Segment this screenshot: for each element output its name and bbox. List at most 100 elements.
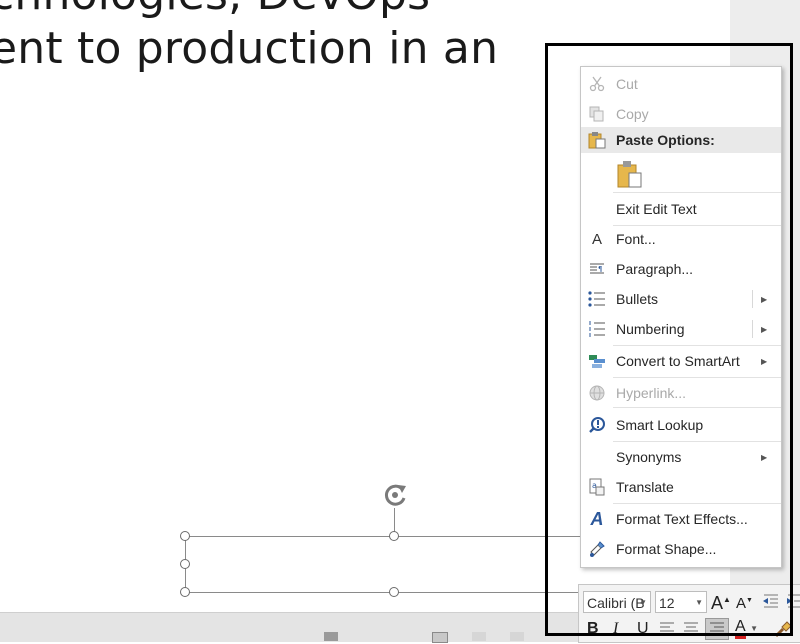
align-right-button[interactable] <box>705 618 729 640</box>
chevron-down-icon: ▼ <box>695 598 703 607</box>
slide-text-line-1: chnologies, DevOps <box>0 0 550 22</box>
reading-view-icon[interactable] <box>510 632 524 641</box>
rotate-handle-icon[interactable] <box>380 482 410 508</box>
menu-label-copy: Copy <box>616 106 649 122</box>
svg-text:¶: ¶ <box>598 265 602 273</box>
menu-label-bullets: Bullets <box>616 291 659 307</box>
menu-separator <box>613 441 781 442</box>
shrink-font-button[interactable]: A▼ <box>736 595 753 612</box>
numbering-icon <box>587 319 607 339</box>
slide-body-text[interactable]: chnologies, DevOps ent to production in … <box>0 0 550 76</box>
paste-keep-text-only-icon[interactable] <box>617 159 643 189</box>
menu-item-format-shape[interactable]: Format Shape... <box>581 537 781 561</box>
menu-item-paragraph[interactable]: ¶ Paragraph... <box>581 257 781 281</box>
menu-item-numbering[interactable]: Numbering ▶ <box>581 317 781 341</box>
font-size-value: 12 <box>659 595 675 611</box>
bold-icon: B <box>587 620 599 637</box>
chevron-down-icon: ▼ <box>750 624 759 633</box>
menu-label-numbering: Numbering <box>616 321 685 337</box>
mini-format-toolbar: Calibri (B ▼ 12 ▼ A▲ A▼ B I U A ▼ <box>578 584 800 643</box>
menu-label-cut: Cut <box>616 76 638 92</box>
paste-options-row: Paste Options: <box>581 127 781 153</box>
font-icon: A <box>591 230 602 248</box>
grow-font-button[interactable]: A▲ <box>711 593 731 614</box>
menu-label-exit-edit-text: Exit Edit Text <box>616 201 697 217</box>
copy-icon <box>587 104 607 124</box>
menu-item-copy[interactable]: Copy <box>581 103 781 125</box>
chevron-right-icon: ▶ <box>761 294 768 304</box>
menu-item-cut[interactable]: Cut <box>581 73 781 95</box>
menu-label-paragraph: Paragraph... <box>616 261 694 277</box>
format-painter-button[interactable] <box>773 619 795 639</box>
menu-separator <box>613 503 781 504</box>
menu-label-format-shape: Format Shape... <box>616 541 717 557</box>
paste-options-label: Paste Options: <box>616 132 715 148</box>
align-left-icon <box>660 622 674 636</box>
resize-handle-left[interactable] <box>180 559 190 569</box>
slide-text-line-2: ent to production in an <box>0 23 499 74</box>
menu-separator <box>613 192 781 193</box>
menu-label-hyperlink: Hyperlink... <box>616 385 687 401</box>
submenu-divider <box>752 320 753 338</box>
underline-icon: U <box>637 620 649 637</box>
decrease-indent-button[interactable] <box>762 593 780 609</box>
format-painter-icon <box>774 621 792 638</box>
context-menu: Cut Copy Paste Options: Exit Edit Text A… <box>580 66 782 568</box>
text-effects-icon: A <box>590 508 604 529</box>
smartart-icon <box>587 351 607 371</box>
translate-icon: a <box>587 477 607 497</box>
bullets-icon <box>587 289 607 309</box>
scissors-icon <box>587 74 607 94</box>
chevron-right-icon: ▶ <box>761 452 768 462</box>
grow-font-icon: A <box>711 593 724 613</box>
decrease-indent-icon <box>763 594 778 608</box>
menu-item-translate[interactable]: a Translate <box>581 475 781 499</box>
menu-item-font[interactable]: A Font... <box>581 227 781 251</box>
menu-separator <box>613 345 781 346</box>
resize-handle-bottom[interactable] <box>389 587 399 597</box>
align-left-button[interactable] <box>659 622 675 641</box>
align-right-icon <box>710 622 724 636</box>
menu-item-exit-edit-text[interactable]: Exit Edit Text <box>581 197 781 221</box>
menu-item-bullets[interactable]: Bullets ▶ <box>581 287 781 311</box>
font-name-combobox[interactable]: Calibri (B ▼ <box>583 591 651 613</box>
menu-label-font: Font... <box>616 231 656 247</box>
menu-item-smart-lookup[interactable]: Smart Lookup <box>581 413 781 437</box>
resize-handle-bottom-left[interactable] <box>180 587 190 597</box>
menu-item-synonyms[interactable]: Synonyms ▶ <box>581 445 781 469</box>
slide-sorter-icon[interactable] <box>472 632 486 641</box>
resize-handle-top-left[interactable] <box>180 531 190 541</box>
chevron-down-icon: ▼ <box>639 598 647 607</box>
italic-button[interactable]: I <box>613 620 618 638</box>
menu-separator <box>613 377 781 378</box>
underline-button[interactable]: U <box>637 620 649 638</box>
font-color-button[interactable]: A ▼ <box>735 618 758 639</box>
paste-options-header: Paste Options: <box>581 127 781 153</box>
paste-icon <box>587 130 607 150</box>
notes-icon[interactable] <box>324 632 338 641</box>
submenu-divider <box>752 290 753 308</box>
align-center-icon <box>684 622 698 636</box>
textbox-top-border <box>185 536 580 537</box>
menu-label-synonyms: Synonyms <box>616 449 682 465</box>
increase-indent-button[interactable] <box>786 593 800 609</box>
menu-label-smart-lookup: Smart Lookup <box>616 417 704 433</box>
resize-handle-top[interactable] <box>389 531 399 541</box>
menu-separator <box>613 407 781 408</box>
font-size-combobox[interactable]: 12 ▼ <box>655 591 707 613</box>
chevron-right-icon: ▶ <box>761 356 768 366</box>
menu-label-convert-to-smartart: Convert to SmartArt <box>616 353 740 369</box>
menu-item-convert-to-smartart[interactable]: Convert to SmartArt ▶ <box>581 349 781 373</box>
smart-lookup-icon <box>587 415 607 435</box>
chevron-right-icon: ▶ <box>761 324 768 334</box>
shrink-font-icon: A <box>736 595 747 612</box>
normal-view-icon[interactable] <box>432 632 448 643</box>
increase-indent-icon <box>787 594 800 608</box>
paragraph-icon: ¶ <box>587 259 607 279</box>
textbox-bottom-border <box>185 592 580 593</box>
align-center-button[interactable] <box>683 622 699 641</box>
font-color-icon: A <box>735 618 746 639</box>
menu-item-hyperlink[interactable]: Hyperlink... <box>581 381 781 405</box>
menu-item-format-text-effects[interactable]: A Format Text Effects... <box>581 507 781 531</box>
bold-button[interactable]: B <box>587 620 599 638</box>
